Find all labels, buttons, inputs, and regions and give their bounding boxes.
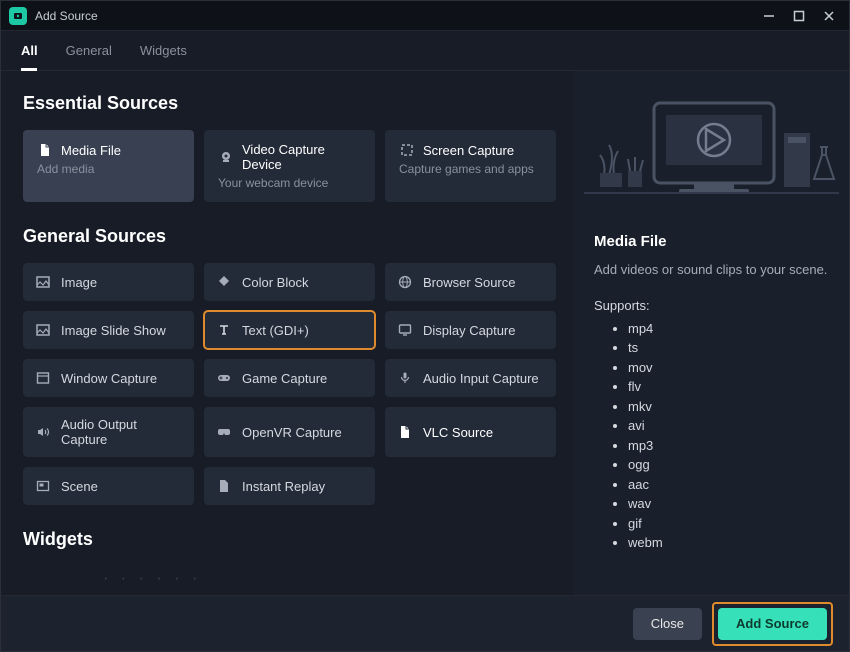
crop-icon (399, 142, 415, 158)
format-item: webm (628, 533, 829, 553)
image-icon (35, 274, 51, 290)
card-subtitle: Your webcam device (218, 176, 361, 190)
card-label: Display Capture (423, 323, 516, 338)
file-icon (397, 424, 413, 440)
scene-icon (35, 478, 51, 494)
detail-description: Add videos or sound clips to your scene. (594, 260, 829, 280)
card-label: Scene (61, 479, 98, 494)
vr-icon (216, 424, 232, 440)
image-icon (35, 322, 51, 338)
widgets-heading: Widgets (23, 529, 556, 550)
monitor-icon (397, 322, 413, 338)
source-window-capture[interactable]: Window Capture (23, 359, 194, 397)
format-item: wav (628, 494, 829, 514)
card-title: Media File (61, 143, 121, 158)
source-vlc-source[interactable]: VLC Source (385, 407, 556, 457)
tabs-bar: All General Widgets (1, 31, 849, 71)
gamepad-icon (216, 370, 232, 386)
source-image-slideshow[interactable]: Image Slide Show (23, 311, 194, 349)
speaker-icon (35, 424, 51, 440)
general-sources-heading: General Sources (23, 226, 556, 247)
card-label: Window Capture (61, 371, 157, 386)
card-title: Screen Capture (423, 143, 514, 158)
mic-icon (397, 370, 413, 386)
close-button[interactable] (821, 8, 837, 24)
sources-list-pane: Essential Sources Media File Add media (1, 71, 574, 595)
text-icon (216, 322, 232, 338)
format-item: ts (628, 338, 829, 358)
card-label: VLC Source (423, 425, 493, 440)
source-media-file[interactable]: Media File Add media (23, 130, 194, 202)
source-scene[interactable]: Scene (23, 467, 194, 505)
titlebar: Add Source (1, 1, 849, 31)
card-label: Instant Replay (242, 479, 325, 494)
card-title: Video Capture Device (242, 142, 361, 172)
card-label: Game Capture (242, 371, 327, 386)
source-display-capture[interactable]: Display Capture (385, 311, 556, 349)
format-item: avi (628, 416, 829, 436)
window-controls (761, 8, 837, 24)
source-audio-input-capture[interactable]: Audio Input Capture (385, 359, 556, 397)
add-source-dialog: Add Source All General Widgets Essential… (0, 0, 850, 652)
maximize-button[interactable] (791, 8, 807, 24)
tab-widgets[interactable]: Widgets (140, 31, 187, 71)
supports-label: Supports: (594, 298, 829, 313)
app-icon (9, 7, 27, 25)
source-browser-source[interactable]: Browser Source (385, 263, 556, 301)
window-title: Add Source (35, 9, 761, 23)
card-label: Image Slide Show (61, 323, 166, 338)
close-dialog-button[interactable]: Close (633, 608, 702, 640)
source-screen-capture[interactable]: Screen Capture Capture games and apps (385, 130, 556, 202)
source-text-gdi[interactable]: Text (GDI+) (204, 311, 375, 349)
card-label: Image (61, 275, 97, 290)
card-label: Color Block (242, 275, 308, 290)
replay-icon (216, 478, 232, 494)
card-subtitle: Add media (37, 162, 180, 176)
tab-all[interactable]: All (21, 31, 38, 71)
minimize-button[interactable] (761, 8, 777, 24)
detail-illustration (584, 85, 839, 215)
source-image[interactable]: Image (23, 263, 194, 301)
add-source-button[interactable]: Add Source (718, 608, 827, 640)
source-game-capture[interactable]: Game Capture (204, 359, 375, 397)
window-icon (35, 370, 51, 386)
source-openvr-capture[interactable]: OpenVR Capture (204, 407, 375, 457)
card-label: Browser Source (423, 275, 515, 290)
main-area: Essential Sources Media File Add media (1, 71, 849, 595)
card-subtitle: Capture games and apps (399, 162, 542, 176)
format-item: mkv (628, 397, 829, 417)
format-item: flv (628, 377, 829, 397)
general-sources-grid: Image Color Block Browser Source Image S… (23, 263, 556, 505)
palette-icon (216, 274, 232, 290)
webcam-icon (218, 149, 234, 165)
widgets-illustration: · · · · · · (23, 566, 556, 595)
card-label: Audio Output Capture (61, 417, 182, 447)
dialog-footer: Close Add Source (1, 595, 849, 651)
source-color-block[interactable]: Color Block (204, 263, 375, 301)
supports-list: mp4 ts mov flv mkv avi mp3 ogg aac wav g… (594, 319, 829, 553)
source-instant-replay[interactable]: Instant Replay (204, 467, 375, 505)
format-item: mov (628, 358, 829, 378)
add-source-highlight: Add Source (712, 602, 833, 646)
source-audio-output-capture[interactable]: Audio Output Capture (23, 407, 194, 457)
card-label: Text (GDI+) (242, 323, 309, 338)
source-video-capture-device[interactable]: Video Capture Device Your webcam device (204, 130, 375, 202)
essential-sources-heading: Essential Sources (23, 93, 556, 114)
tab-general[interactable]: General (66, 31, 112, 71)
file-icon (37, 142, 53, 158)
card-label: OpenVR Capture (242, 425, 342, 440)
format-item: mp4 (628, 319, 829, 339)
detail-pane: Media File Add videos or sound clips to … (574, 71, 849, 595)
format-item: aac (628, 475, 829, 495)
detail-title: Media File (594, 233, 829, 250)
card-label: Audio Input Capture (423, 371, 539, 386)
essential-sources-row: Media File Add media Video Capture Devic… (23, 130, 556, 202)
globe-icon (397, 274, 413, 290)
format-item: mp3 (628, 436, 829, 456)
format-item: ogg (628, 455, 829, 475)
format-item: gif (628, 514, 829, 534)
